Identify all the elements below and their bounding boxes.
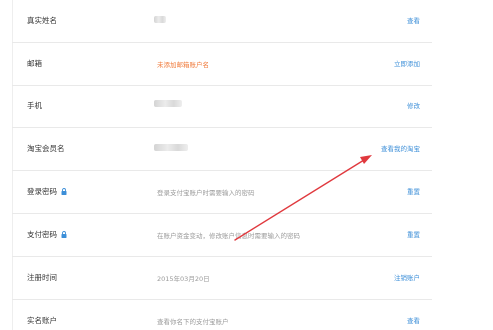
email-label: 邮箱 (27, 59, 42, 68)
view-real-name-link[interactable]: 查看 (407, 15, 420, 25)
reset-payment-password-link[interactable]: 重置 (407, 229, 420, 239)
row-registration-time: 注册时间 2015年03月20日 注销账户 (12, 256, 432, 300)
cancel-account-link[interactable]: 注销账户 (394, 272, 420, 282)
add-email-link[interactable]: 立即添加 (394, 58, 420, 68)
phone-label: 手机 (27, 101, 42, 110)
account-info-panel: 真实姓名 查看 邮箱 未添加邮箱账户名 立即添加 手机 修改 淘宝会员名 查看我… (0, 0, 493, 330)
real-name-value-blurred (154, 16, 166, 23)
verified-accounts-description: 查看你名下的支付宝账户 (157, 318, 229, 326)
verified-accounts-label: 实名账户 (27, 316, 57, 325)
real-name-label: 真实姓名 (27, 16, 57, 25)
reset-login-password-link[interactable]: 重置 (407, 186, 420, 196)
taobao-member-label: 淘宝会员名 (27, 144, 65, 153)
login-password-label: 登录密码 (27, 186, 67, 197)
row-real-name: 真实姓名 查看 (12, 0, 432, 43)
view-my-taobao-link[interactable]: 查看我的淘宝 (381, 143, 420, 153)
lock-icon (61, 231, 67, 238)
row-phone: 手机 修改 (12, 85, 432, 128)
modify-phone-link[interactable]: 修改 (407, 100, 420, 110)
taobao-member-value-blurred (154, 144, 188, 151)
registration-time-label: 注册时间 (27, 273, 57, 282)
payment-password-label: 支付密码 (27, 229, 67, 240)
login-password-label-text: 登录密码 (27, 187, 57, 196)
login-password-description: 登录支付宝账户时需要输入的密码 (157, 189, 255, 197)
row-login-password: 登录密码 登录支付宝账户时需要输入的密码 重置 (12, 170, 432, 214)
row-verified-accounts: 实名账户 查看你名下的支付宝账户 查看 (12, 299, 432, 330)
view-verified-accounts-link[interactable]: 查看 (407, 315, 420, 325)
email-value: 未添加邮箱账户名 (157, 61, 209, 69)
row-email: 邮箱 未添加邮箱账户名 立即添加 (12, 42, 432, 86)
payment-password-label-text: 支付密码 (27, 230, 57, 239)
registration-date: 2015年03月20日 (157, 275, 210, 283)
row-taobao-member: 淘宝会员名 查看我的淘宝 (12, 127, 432, 171)
row-payment-password: 支付密码 在账户资金变动，修改账户信息时需要输入的密码 重置 (12, 213, 432, 257)
lock-icon (61, 188, 67, 195)
phone-value-blurred (154, 100, 182, 107)
payment-password-description: 在账户资金变动，修改账户信息时需要输入的密码 (157, 232, 300, 240)
